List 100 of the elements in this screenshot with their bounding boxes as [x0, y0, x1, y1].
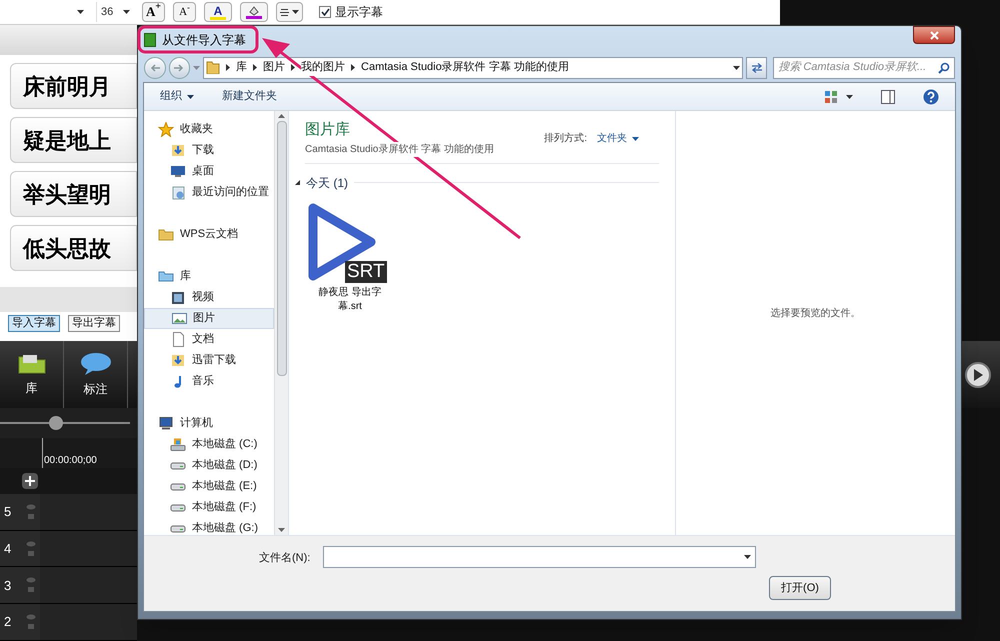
- import-captions-button[interactable]: 导入字幕: [8, 315, 60, 332]
- caption-card[interactable]: 床前明月: [10, 63, 137, 109]
- document-icon: [172, 332, 184, 347]
- search-field[interactable]: 搜索 Camtasia Studio录屏软...: [773, 56, 956, 78]
- nav-item[interactable]: 视频: [144, 287, 274, 308]
- track-header: 2: [0, 604, 40, 640]
- arrange-label: 排列方式:: [544, 132, 587, 146]
- nav-item[interactable]: 本地磁盘 (E:): [144, 476, 274, 497]
- caption-card[interactable]: 低头思故: [10, 225, 137, 271]
- library-subtitle: Camtasia Studio录屏软件 字幕 功能的使用: [305, 142, 494, 156]
- play-button[interactable]: [965, 362, 991, 388]
- nav-item[interactable]: 计算机: [144, 413, 274, 434]
- organize-menu[interactable]: 组织: [160, 88, 194, 105]
- file-item[interactable]: SRT 静夜思 导出字幕.srt: [305, 198, 395, 314]
- file-name: 静夜思 导出字幕.srt: [318, 286, 382, 314]
- close-icon: [930, 30, 938, 40]
- filename-field[interactable]: [323, 546, 756, 568]
- address-bar[interactable]: 库 图片 我的图片 Camtasia Studio录屏软件 字幕 功能的使用: [203, 56, 743, 78]
- download-icon: [171, 354, 185, 367]
- zoom-slider[interactable]: [0, 416, 130, 430]
- font-size-dropdown[interactable]: 36: [96, 2, 134, 22]
- chevron-icon[interactable]: [253, 64, 258, 71]
- scroll-down-icon[interactable]: [278, 528, 285, 532]
- nav-item[interactable]: 最近访问的位置: [144, 182, 274, 203]
- nav-item[interactable]: 文档: [144, 329, 274, 350]
- download-icon: [171, 144, 185, 157]
- scrollbar[interactable]: [274, 111, 288, 535]
- nav-item[interactable]: 音乐: [144, 371, 274, 392]
- view-icon[interactable]: [824, 90, 838, 104]
- nav-item[interactable]: 本地磁盘 (G:): [144, 518, 274, 535]
- paint-bucket-icon: [248, 6, 260, 16]
- caret-icon: [744, 555, 751, 559]
- nav-item[interactable]: 下载: [144, 140, 274, 161]
- search-icon: [938, 62, 950, 74]
- scroll-up-icon[interactable]: [278, 114, 285, 118]
- chevron-icon[interactable]: [291, 64, 296, 71]
- back-button[interactable]: [144, 56, 166, 78]
- export-captions-button[interactable]: 导出字幕: [68, 315, 120, 332]
- preview-hint: 选择要预览的文件。: [770, 306, 860, 320]
- eye-icon: [26, 538, 36, 559]
- show-captions-checkbox[interactable]: 显示字幕: [319, 3, 383, 21]
- filename-label: 文件名(N):: [259, 550, 310, 566]
- chevron-icon[interactable]: [351, 64, 356, 71]
- shrink-font-button[interactable]: A$^{-}$: [173, 2, 196, 22]
- nav-item[interactable]: 图片: [144, 308, 274, 329]
- caret-icon[interactable]: [846, 94, 853, 98]
- new-folder-button[interactable]: 新建文件夹: [222, 88, 277, 105]
- drive-icon: [170, 504, 186, 512]
- nav-item[interactable]: WPS云文档: [144, 224, 274, 245]
- play-icon: [973, 368, 983, 380]
- track-header: 5: [0, 494, 40, 530]
- nav-item[interactable]: 迅雷下载: [144, 350, 274, 371]
- nav-item[interactable]: 本地磁盘 (F:): [144, 497, 274, 518]
- folder-icon: [206, 61, 220, 74]
- open-button[interactable]: 打开(O): [769, 576, 831, 600]
- align-button[interactable]: [276, 2, 303, 22]
- forward-button[interactable]: [168, 56, 190, 78]
- collapse-icon[interactable]: [295, 180, 300, 185]
- drive-icon: [170, 482, 186, 490]
- drive-icon: [170, 462, 186, 470]
- nav-item[interactable]: 本地磁盘 (C:): [144, 434, 274, 455]
- nav-item[interactable]: 本地磁盘 (D:): [144, 455, 274, 476]
- grow-font-button[interactable]: A$^{+}$: [142, 2, 165, 22]
- fill-color-button[interactable]: [240, 2, 268, 22]
- nav-item[interactable]: 收藏夹: [144, 119, 274, 140]
- preview-pane-icon[interactable]: [881, 90, 895, 104]
- track-header: 3: [0, 567, 40, 604]
- caption-card[interactable]: 举头望明: [10, 171, 137, 217]
- window-title: 从文件导入字幕: [162, 32, 246, 48]
- arrange-dropdown[interactable]: 文件夹: [597, 131, 639, 146]
- close-button[interactable]: [913, 26, 955, 44]
- refresh-button[interactable]: [746, 56, 768, 78]
- font-color-button[interactable]: A: [204, 2, 232, 22]
- timecode: 00:00:00;00: [44, 454, 97, 468]
- app-icon: [144, 32, 156, 46]
- folder-icon: [16, 352, 46, 374]
- nav-item[interactable]: 库: [144, 266, 274, 287]
- help-icon[interactable]: [923, 88, 939, 104]
- chevron-icon[interactable]: [226, 64, 230, 71]
- system-drive-icon: [170, 438, 186, 451]
- nav-item[interactable]: 桌面: [144, 161, 274, 182]
- checkmark-icon: [320, 8, 330, 16]
- speech-bubble-icon: [80, 352, 112, 376]
- right-arrow-icon: [174, 64, 184, 72]
- caret-icon[interactable]: [732, 66, 740, 70]
- caret-icon: [123, 10, 130, 14]
- caption-card[interactable]: 疑是地上: [10, 117, 137, 163]
- align-icon: [280, 8, 290, 16]
- file-type-badge: SRT: [345, 260, 387, 282]
- caret-icon: [187, 94, 194, 98]
- video-icon: [172, 292, 184, 304]
- drive-icon: [170, 524, 186, 532]
- computer-icon: [159, 417, 173, 430]
- add-track-button[interactable]: [22, 472, 38, 489]
- eye-icon: [26, 502, 36, 522]
- desktop-icon: [170, 166, 186, 177]
- breadcrumb-item[interactable]: 我的图片: [301, 59, 346, 76]
- group-header[interactable]: 今天 (1): [306, 174, 348, 192]
- track-header: 4: [0, 530, 40, 566]
- music-icon: [174, 375, 182, 388]
